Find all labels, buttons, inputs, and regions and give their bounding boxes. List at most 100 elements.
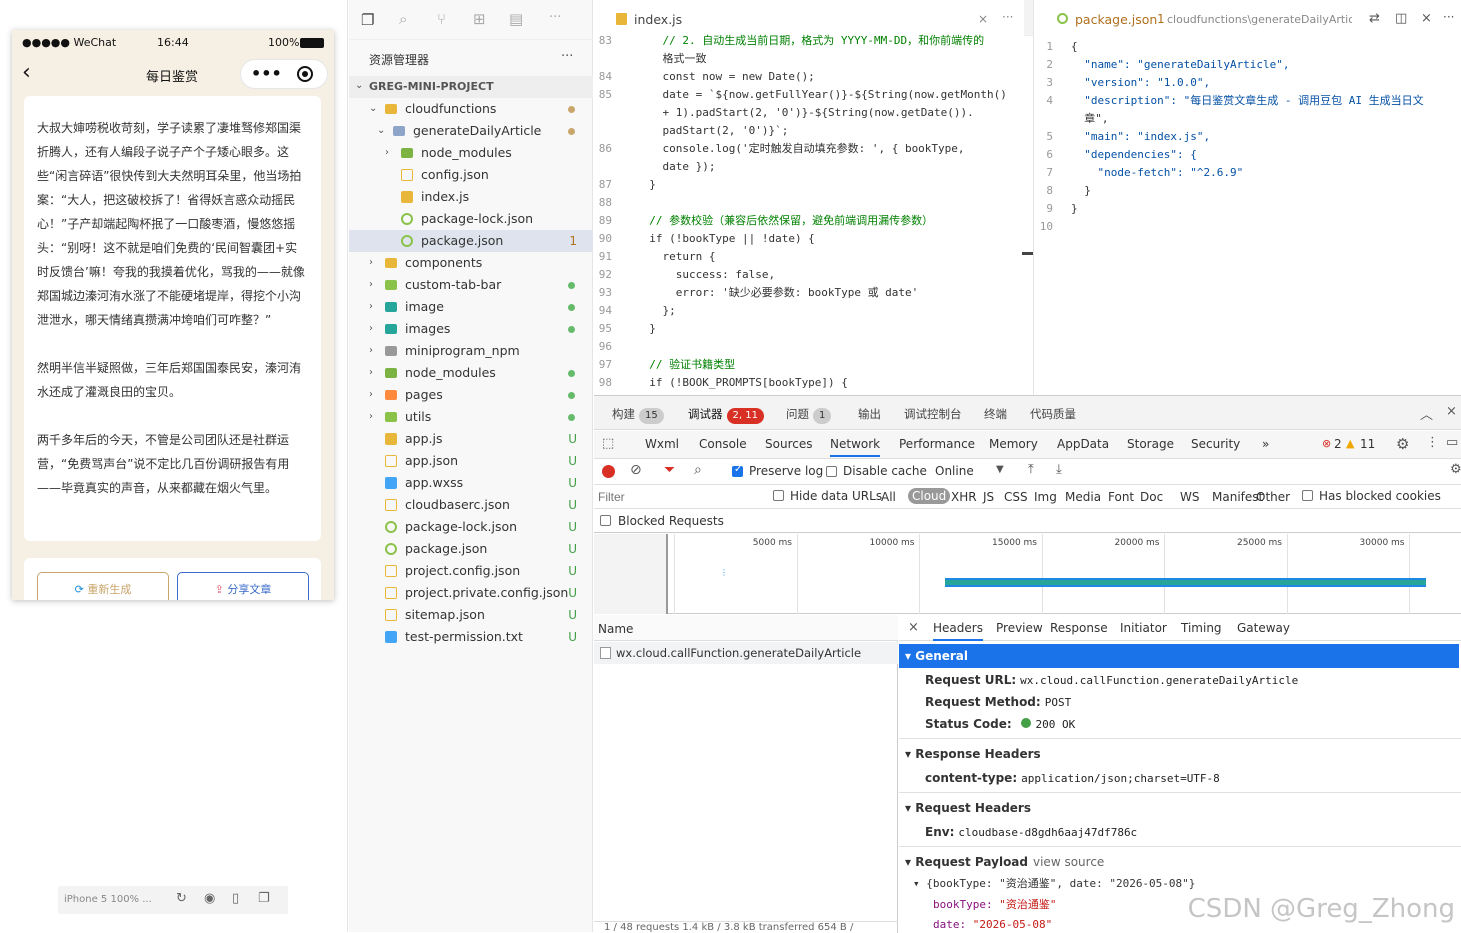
detail-tab[interactable]: Gateway [1237, 621, 1290, 635]
close-icon[interactable]: × [1421, 11, 1432, 26]
preserve-log-checkbox[interactable] [732, 464, 743, 477]
code-line[interactable]: 94 }; [594, 302, 1024, 320]
code-line[interactable]: 格式一致 [594, 50, 1024, 68]
tree-item[interactable]: ⌄ cloudfunctions [349, 98, 593, 120]
tree-item[interactable]: project.config.json U [349, 560, 593, 582]
chevron-down-icon[interactable]: ▼ [996, 464, 1004, 475]
blocked-requests-checkbox[interactable] [600, 515, 611, 526]
payload-summary[interactable]: ▾ {bookType: "资治通鉴", date: "2026-05-08"} [913, 874, 1195, 894]
code-line[interactable]: 98 if (!BOOK_PROMPTS[bookType]) { [594, 374, 1024, 392]
debug-tab[interactable]: 问题 1 [786, 406, 832, 424]
code-line[interactable]: 87 } [594, 176, 1024, 194]
resource-type-filter[interactable]: JS [983, 490, 994, 504]
code-line[interactable]: 89 // 参数校验（兼容后依然保留，避免前端调用漏传参数） [594, 212, 1024, 230]
regenerate-button[interactable]: ⟳ 重新生成 [37, 572, 169, 600]
tree-item[interactable]: › components [349, 252, 593, 274]
export-icon[interactable]: ⤓ [1056, 462, 1062, 477]
code-line[interactable]: 9} [1035, 200, 1461, 218]
more-icon[interactable]: ••• [251, 64, 282, 83]
error-count[interactable]: 2 [1334, 437, 1342, 451]
request-headers-section[interactable]: ▾ Request Headers [899, 796, 1459, 820]
debug-tab[interactable]: 构建 15 [612, 406, 664, 424]
code-line[interactable]: 95 } [594, 320, 1024, 338]
scrollbar-thumb[interactable] [1022, 252, 1033, 255]
tree-item[interactable]: app.json U [349, 450, 593, 472]
resource-type-filter[interactable]: Font [1108, 490, 1134, 504]
code-line[interactable]: 96 [594, 338, 1024, 356]
window-icon[interactable]: ❐ [258, 891, 270, 906]
resource-type-filter[interactable]: All [881, 490, 896, 504]
tree-item[interactable]: › node_modules [349, 362, 593, 384]
record-icon[interactable] [602, 465, 615, 478]
code-line[interactable]: 8 } [1035, 182, 1461, 200]
clear-icon[interactable]: ⊘ [630, 462, 642, 478]
tree-item[interactable]: app.js U [349, 428, 593, 450]
view-source-link[interactable]: view source [1033, 850, 1104, 874]
panel-tab[interactable]: Wxml [645, 437, 679, 451]
close-icon[interactable]: × [908, 620, 919, 635]
detail-tab[interactable]: Headers [933, 621, 983, 641]
debug-tab[interactable]: 代码质量 [1030, 406, 1076, 422]
extensions-icon[interactable]: ⊞ [473, 10, 486, 28]
code-line[interactable]: 93 error: '缺少必要参数: bookType 或 date' [594, 284, 1024, 302]
tree-item[interactable]: › node_modules [349, 142, 593, 164]
files-icon[interactable]: ❐ [361, 11, 374, 29]
tree-item[interactable]: › image [349, 296, 593, 318]
panel-tab[interactable]: Network [830, 437, 881, 457]
tree-item[interactable]: › utils [349, 406, 593, 428]
resource-type-filter[interactable]: WS [1180, 490, 1199, 504]
code-line[interactable]: 84 const now = new Date(); [594, 68, 1024, 86]
source-control-icon[interactable]: ⑂ [437, 10, 446, 28]
code-line[interactable]: 83 // 2. 自动生成当前日期，格式为 YYYY-MM-DD，和你前端传的 [594, 32, 1024, 50]
search-icon[interactable]: ⌕ [399, 10, 407, 28]
detail-tab[interactable]: Initiator [1120, 621, 1167, 635]
project-header[interactable]: ⌄ GREG-MINI-PROJECT [349, 76, 593, 98]
dock-icon[interactable]: ▭ [1446, 435, 1458, 450]
code-area[interactable]: 1{2 "name": "generateDailyArticle", 3 "ve… [1035, 38, 1461, 394]
tab-package-json[interactable]: package.json 1 cloudfunctions\generateDa… [1035, 0, 1461, 36]
panel-tab[interactable]: Performance [899, 437, 975, 451]
panel-tab[interactable]: AppData [1057, 437, 1109, 451]
code-line[interactable]: padStart(2, '0')}`; [594, 122, 1024, 140]
debug-tab[interactable]: 终端 [984, 406, 1007, 422]
detail-tab[interactable]: Preview [996, 621, 1043, 635]
detail-tab[interactable]: Timing [1181, 621, 1222, 635]
code-line[interactable]: 4 "description": "每日鉴赏文章生成 - 调用豆包 AI 生成当… [1035, 92, 1461, 110]
tree-item[interactable]: › pages [349, 384, 593, 406]
code-area[interactable]: 83 // 2. 自动生成当前日期，格式为 YYYY-MM-DD，和你前端传的 … [594, 32, 1024, 392]
tree-item[interactable]: project.private.config.json U [349, 582, 593, 604]
share-button[interactable]: ⇪ 分享文章 [177, 572, 309, 600]
phone-icon[interactable]: ▯ [232, 891, 239, 906]
code-line[interactable]: 2 "name": "generateDailyArticle", [1035, 56, 1461, 74]
tree-item[interactable]: package-lock.json [349, 208, 593, 230]
inspect-icon[interactable]: ⬚ [602, 436, 614, 451]
tree-item[interactable]: › miniprogram_npm [349, 340, 593, 362]
settings-icon[interactable]: ⚙ [1450, 462, 1461, 477]
resource-type-filter[interactable]: Cloud [908, 488, 951, 504]
more-icon[interactable]: ··· [1002, 10, 1013, 24]
close-icon[interactable]: × [978, 12, 988, 26]
resource-type-filter[interactable]: Media [1065, 490, 1101, 504]
code-line[interactable]: 91 return { [594, 248, 1024, 266]
more-icon[interactable]: ··· [549, 10, 561, 25]
panel-tab[interactable]: Sources [765, 437, 812, 451]
code-line[interactable]: 7 "node-fetch": "^2.6.9" [1035, 164, 1461, 182]
code-line[interactable]: 1{ [1035, 38, 1461, 56]
network-timeline[interactable]: 5000 ms 10000 ms 15000 ms 20000 ms 25000 ms 3… [594, 534, 1461, 614]
hide-data-urls-checkbox[interactable] [773, 490, 784, 501]
code-line[interactable]: 6 "dependencies": { [1035, 146, 1461, 164]
timeline-selection[interactable] [594, 534, 668, 614]
tree-item[interactable]: › images [349, 318, 593, 340]
rotate-icon[interactable]: ↻ [176, 891, 187, 906]
code-line[interactable]: 97 // 验证书籍类型 [594, 356, 1024, 374]
tab-index-js[interactable]: index.js × ··· [594, 0, 1024, 36]
tree-item[interactable]: › custom-tab-bar [349, 274, 593, 296]
explorer-more-icon[interactable]: ··· [561, 49, 573, 64]
panel-tab[interactable]: » [1262, 437, 1269, 451]
import-icon[interactable]: ⤒ [1028, 462, 1034, 477]
search-icon[interactable]: ⌕ [694, 462, 702, 478]
code-line[interactable]: 章", [1035, 110, 1461, 128]
kebab-icon[interactable]: ⋮ [1426, 435, 1439, 450]
request-payload-section[interactable]: ▾ Request Payload view source [899, 850, 1459, 874]
split-editor-icon[interactable]: ◫ [1395, 11, 1407, 26]
